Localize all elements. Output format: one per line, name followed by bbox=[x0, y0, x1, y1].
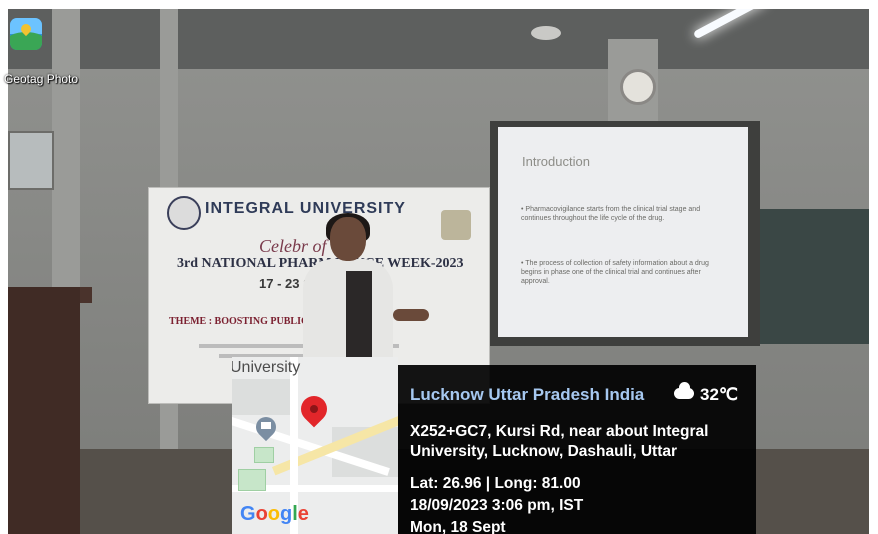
banner-university: INTEGRAL UNIVERSITY bbox=[205, 200, 406, 217]
address-line: University, Lucknow, Dashauli, Uttar bbox=[410, 443, 678, 460]
pin-center bbox=[310, 405, 318, 413]
day-line: Mon, 18 Sept bbox=[410, 519, 506, 534]
geotag-info-panel: Lucknow Uttar Pradesh India 32℃ X252+GC7… bbox=[398, 365, 756, 534]
weather-readout: 32℃ bbox=[674, 382, 739, 405]
slide-title: Introduction bbox=[522, 154, 590, 169]
banner-celebration: Celebr of bbox=[259, 236, 327, 256]
google-logo: Google bbox=[240, 503, 309, 525]
location-title: Lucknow Uttar Pradesh India bbox=[410, 385, 645, 404]
podium bbox=[8, 287, 80, 534]
coordinates: Lat: 26.96 | Long: 81.00 bbox=[410, 475, 581, 492]
map-thumbnail[interactable]: University Google bbox=[232, 357, 398, 534]
window bbox=[8, 131, 54, 190]
address-line: X252+GC7, Kursi Rd, near about Integral bbox=[410, 423, 709, 440]
wall-clock bbox=[620, 69, 656, 105]
map-block bbox=[232, 379, 292, 415]
app-label: Geotag Photo bbox=[4, 72, 79, 86]
cloud-icon bbox=[674, 382, 694, 399]
datetime: 18/09/2023 3:06 pm, IST bbox=[410, 497, 584, 514]
slide-bullet: • The process of collection of safety in… bbox=[521, 260, 709, 285]
ceiling-fan bbox=[531, 26, 561, 40]
chalkboard bbox=[748, 209, 869, 344]
temperature: 32℃ bbox=[700, 385, 739, 404]
map-park bbox=[254, 447, 274, 463]
graduation-cap-icon bbox=[261, 422, 271, 429]
presenter-shirt bbox=[346, 271, 372, 361]
university-logo bbox=[167, 196, 201, 230]
geotag-app-icon[interactable] bbox=[10, 18, 42, 50]
map-place-label: University bbox=[232, 359, 301, 376]
slide-bullet: • Pharmacovigilance starts from the clin… bbox=[521, 206, 701, 222]
presenter-head bbox=[330, 217, 366, 261]
emblem-logo bbox=[441, 210, 471, 240]
presenter-arm bbox=[393, 309, 429, 321]
map-park bbox=[238, 469, 266, 491]
